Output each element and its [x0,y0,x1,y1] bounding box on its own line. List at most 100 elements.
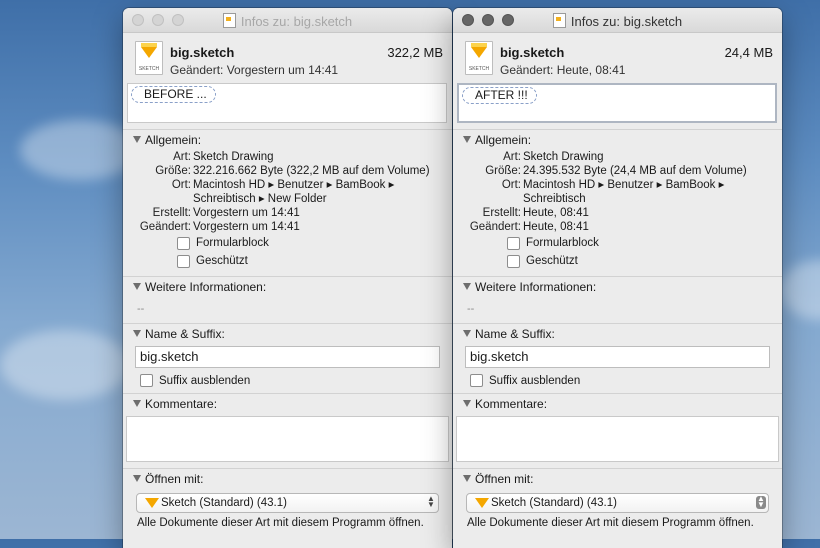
section-open-with-label: Öffnen mit: [145,472,204,486]
section-more-info-label: Weitere Informationen: [475,280,597,294]
title-bar[interactable]: Infos zu: big.sketch [123,8,452,33]
info-row-value: Heute, 08:41 [523,221,589,233]
general-rows: Art: Sketch Drawing Größe: 322.216.662 Byte… [123,150,452,276]
background-cloud [0,330,130,400]
section-more-info-header[interactable]: Weitere Informationen: [453,277,782,297]
info-row-value: Heute, 08:41 [523,207,589,219]
section-open-with-header[interactable]: Öffnen mit: [453,469,782,489]
section-open-with: Öffnen mit: Sketch (Standard) (43.1) ▲ ▼ A… [123,468,452,529]
checkbox-box[interactable] [177,236,190,250]
stationery-checkbox-label: Formularblock [526,237,599,249]
open-with-note: Alle Dokumente dieser Art mit diesem Pro… [467,517,754,529]
info-row: Geändert: Vorgestern um 14:41 [123,220,452,234]
info-row-value: 24.395.532 Byte (24,4 MB auf dem Volume) [523,165,747,177]
info-row: Ort: Macintosh HD ▸ Benutzer ▸ BamBook ▸ [453,178,782,192]
title-bar[interactable]: Infos zu: big.sketch [453,8,782,33]
locked-checkbox[interactable]: Geschützt [507,252,782,270]
section-more-info: Weitere Informationen: -- [123,276,452,323]
sketch-app-icon [145,498,159,508]
info-row: Ort: Macintosh HD ▸ Benutzer ▸ BamBook ▸ [123,178,452,192]
disclosure-triangle-icon[interactable] [463,400,471,407]
section-comments-header[interactable]: Kommentare: [123,394,452,414]
sketch-file-icon: SKETCH [465,41,493,75]
section-more-info-header[interactable]: Weitere Informationen: [123,277,452,297]
tags-field[interactable]: BEFORE ... [127,83,447,123]
hide-extension-label: Suffix ausblenden [159,374,251,387]
disclosure-triangle-icon[interactable] [133,136,141,143]
stationery-checkbox[interactable]: Formularblock [507,234,782,252]
info-row-key: Ort: [171,179,191,191]
disclosure-triangle-icon[interactable] [133,400,141,407]
file-name: big.sketch [500,45,565,60]
tags-field[interactable]: AFTER !!! [457,83,777,123]
info-row: Größe: 322.216.662 Byte (322,2 MB auf dem… [123,164,452,178]
popup-arrows-icon[interactable]: ▲ ▼ [426,495,436,509]
window-title: Infos zu: big.sketch [453,13,782,29]
locked-checkbox[interactable]: Geschützt [177,252,452,270]
section-name-ext: Name & Suffix: big.sketch Suffix ausblen… [453,323,782,387]
section-general-label: Allgemein: [145,133,202,147]
section-open-with-header[interactable]: Öffnen mit: [123,469,452,489]
section-general: Allgemein: Art: Sketch Drawing Größe: 322.2… [123,129,452,276]
disclosure-triangle-icon[interactable] [133,330,141,337]
tag-token[interactable]: AFTER !!! [462,87,537,104]
info-row-key: Größe: [485,165,521,177]
checkbox-box[interactable] [507,254,520,268]
section-name-ext-header[interactable]: Name & Suffix: [123,324,452,344]
info-row-value: Schreibtisch ▸ New Folder [193,193,327,205]
document-icon [552,13,566,28]
section-name-ext-label: Name & Suffix: [145,327,225,341]
comments-field[interactable] [126,416,449,462]
info-row-key: Geändert: [469,221,521,233]
section-general-header[interactable]: Allgemein: [123,130,452,150]
info-row-value: 322.216.662 Byte (322,2 MB auf dem Volum… [193,165,430,177]
section-name-ext: Name & Suffix: big.sketch Suffix ausblen… [123,323,452,387]
hide-extension-checkbox[interactable]: Suffix ausblenden [140,374,452,387]
stationery-checkbox[interactable]: Formularblock [177,234,452,252]
info-row-key: Geändert: [139,221,191,233]
info-row-key: Größe: [155,165,191,177]
info-row: Art: Sketch Drawing [123,150,452,164]
section-more-info-label: Weitere Informationen: [145,280,267,294]
disclosure-triangle-icon[interactable] [463,475,471,482]
general-rows: Art: Sketch Drawing Größe: 24.395.532 Byte … [453,150,782,276]
section-name-ext-header[interactable]: Name & Suffix: [453,324,782,344]
section-comments-header[interactable]: Kommentare: [453,394,782,414]
info-row-key: Erstellt: [482,207,521,219]
open-with-popup[interactable]: Sketch (Standard) (43.1) ▲ ▼ [466,493,769,513]
checkbox-box[interactable] [470,374,483,387]
tag-token[interactable]: BEFORE ... [131,86,216,103]
info-window-before: Infos zu: big.sketch SKETCH big.sketch 3… [123,8,452,548]
file-size: 24,4 MB [724,45,773,60]
checkbox-box[interactable] [507,236,520,250]
info-row-key: Art: [173,151,191,163]
background-cloud [780,260,820,320]
disclosure-triangle-icon[interactable] [463,330,471,337]
info-row-key: Art: [503,151,521,163]
window-title-text: Infos zu: big.sketch [570,14,683,29]
stationery-checkbox-label: Formularblock [196,237,269,249]
section-general-header[interactable]: Allgemein: [453,130,782,150]
disclosure-triangle-icon[interactable] [133,283,141,290]
disclosure-triangle-icon[interactable] [463,283,471,290]
name-field[interactable]: big.sketch [465,346,770,368]
locked-checkbox-label: Geschützt [526,255,578,267]
disclosure-triangle-icon[interactable] [463,136,471,143]
open-with-popup[interactable]: Sketch (Standard) (43.1) ▲ ▼ [136,493,439,513]
checkbox-box[interactable] [140,374,153,387]
checkbox-box[interactable] [177,254,190,268]
info-row-value: Sketch Drawing [193,151,274,163]
section-general-label: Allgemein: [475,133,532,147]
hide-extension-checkbox[interactable]: Suffix ausblenden [470,374,782,387]
hide-extension-label: Suffix ausblenden [489,374,581,387]
name-field[interactable]: big.sketch [135,346,440,368]
file-header: SKETCH big.sketch 24,4 MB Geändert: Heut… [453,33,782,83]
comments-field[interactable] [456,416,779,462]
disclosure-triangle-icon[interactable] [133,475,141,482]
file-size: 322,2 MB [387,45,443,60]
info-row-value: Vorgestern um 14:41 [193,221,300,233]
file-modified: Geändert: Heute, 08:41 [500,63,626,77]
info-row-value: Vorgestern um 14:41 [193,207,300,219]
section-name-ext-label: Name & Suffix: [475,327,555,341]
popup-arrows-icon[interactable]: ▲ ▼ [756,495,766,509]
